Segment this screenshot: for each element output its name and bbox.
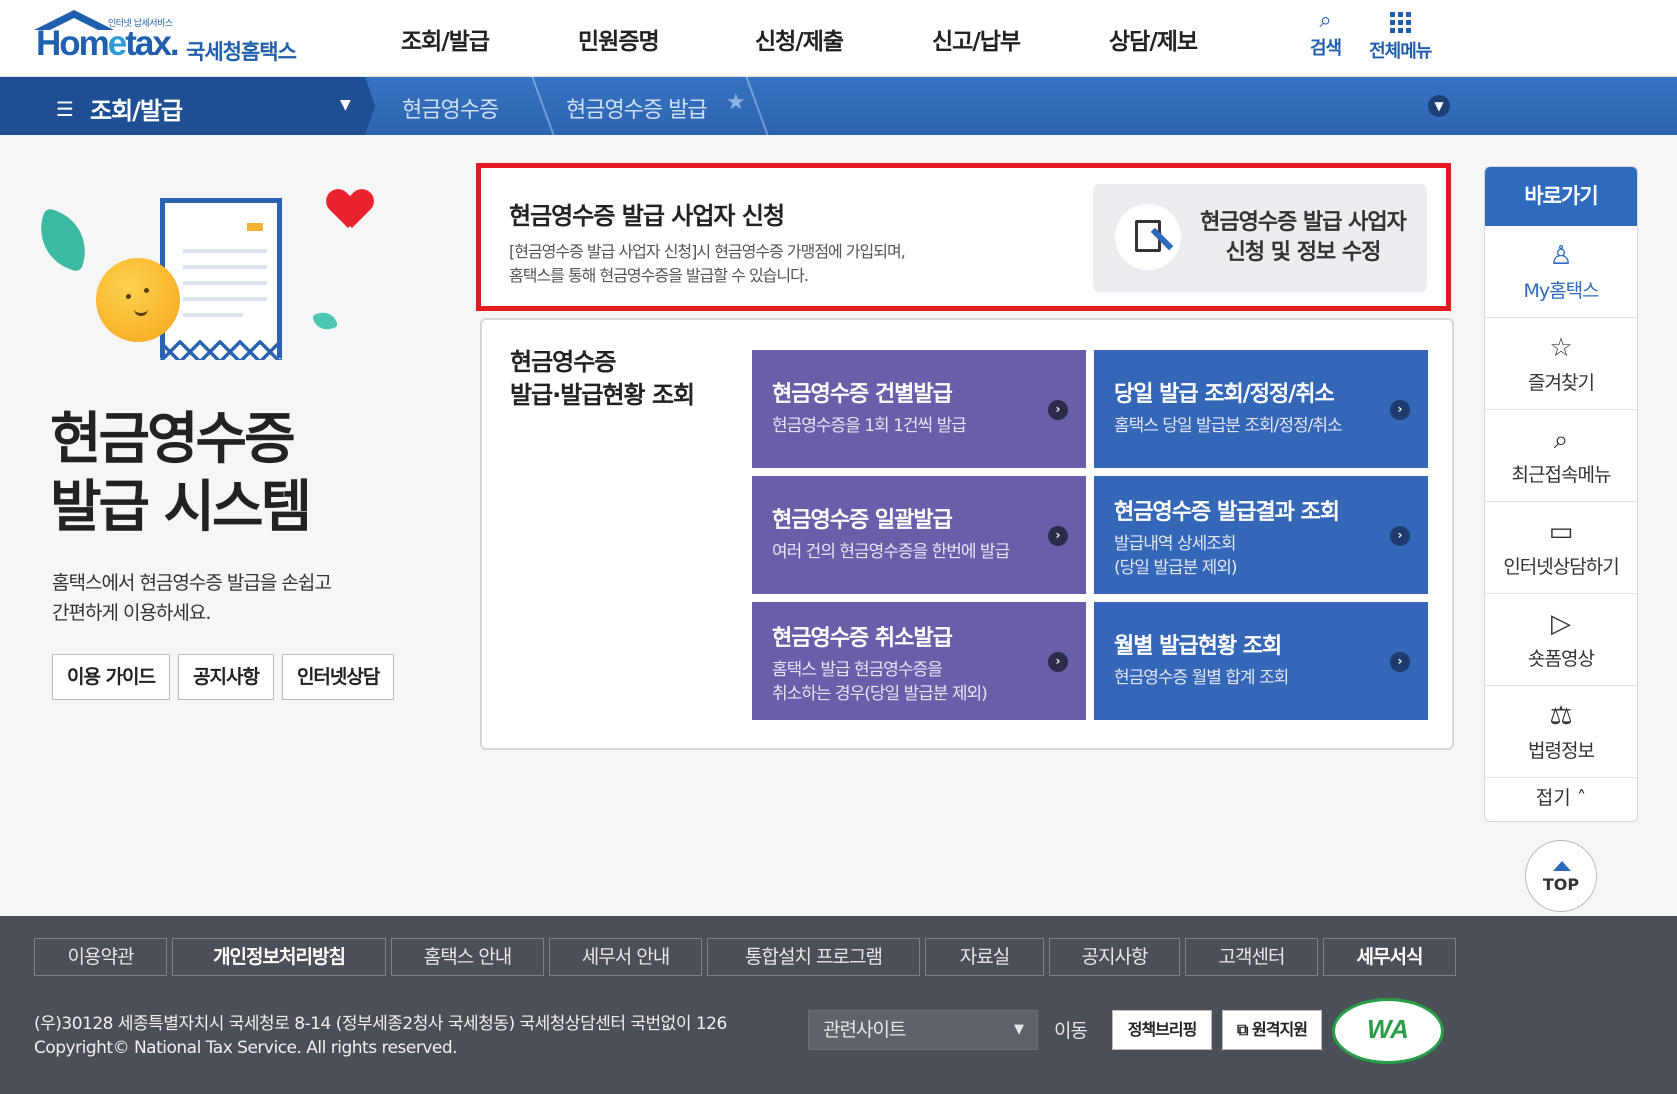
business-apply-section: 현금영수증 발급 사업자 신청 [현금영수증 발급 사업자 신청]시 현금영수증… [476, 163, 1451, 311]
footer-link-notice[interactable]: 공지사항 [1049, 938, 1180, 976]
nav-item-inquiry[interactable]: 조회/발급 [370, 22, 547, 56]
tile-same-day-inquiry[interactable]: 당일 발급 조회/정정/취소 홈택스 당일 발급분 조회/정정/취소 › [1094, 350, 1428, 468]
footer-link-tax-forms[interactable]: 세무서식 [1323, 938, 1456, 976]
online-consult-button[interactable]: 인터넷상담 [281, 654, 395, 700]
arrow-right-icon: › [1048, 400, 1068, 420]
document-edit-icon [1115, 204, 1181, 270]
quick-short-video[interactable]: ▷ 숏폼영상 [1485, 594, 1637, 686]
remote-support-icon: ⧉ [1237, 1020, 1253, 1039]
caret-down-icon: ▼ [340, 97, 351, 113]
footer-link-terms[interactable]: 이용약관 [34, 938, 167, 976]
tile-monthly-status[interactable]: 월별 발급현황 조회 현금영수증 월별 합계 조회 › [1094, 602, 1428, 720]
footer-link-privacy[interactable]: 개인정보처리방침 [172, 938, 386, 976]
apply-description: [현금영수증 발급 사업자 신청]시 현금영수증 가맹점에 가입되며, 홈택스를… [509, 242, 906, 285]
go-button[interactable]: 이동 [1054, 1016, 1088, 1043]
hometax-logo[interactable]: 인터넷 납세서비스 Hometax. 국세청홈택스 [30, 6, 310, 68]
quick-links-panel: 바로가기 ♙ My홈택스 ☆ 즐겨찾기 ⌕ 최근접속메뉴 ▭ 인터넷상담하기 ▷… [1484, 166, 1638, 822]
arrow-right-icon: › [1048, 526, 1068, 546]
quick-my-hometax[interactable]: ♙ My홈택스 [1485, 226, 1637, 318]
quick-fold-button[interactable]: 접기 ˄ [1485, 778, 1637, 818]
footer-link-resources[interactable]: 자료실 [925, 938, 1044, 976]
policy-briefing-button[interactable]: 정책브리핑 [1112, 1010, 1212, 1050]
all-menu-button[interactable]: 전체메뉴 [1369, 8, 1432, 63]
quick-online-consult[interactable]: ▭ 인터넷상담하기 [1485, 502, 1637, 594]
logo-korean-name: 국세청홈택스 [186, 40, 297, 64]
leaf-small-icon [312, 309, 338, 333]
usage-guide-button[interactable]: 이용 가이드 [52, 654, 171, 700]
tile-single-issue[interactable]: 현금영수증 건별발급 현금영수증을 1회 1건씩 발급 › [752, 350, 1086, 468]
quick-recent-menu[interactable]: ⌕ 최근접속메뉴 [1485, 410, 1637, 502]
hero-buttons: 이용 가이드 공지사항 인터넷상담 [52, 654, 402, 700]
quick-law-info[interactable]: ⚖ 법령정보 [1485, 686, 1637, 778]
query-title: 현금영수증 발급·발급현황 조회 [510, 348, 695, 409]
smiley-face-icon [96, 258, 180, 342]
caret-down-icon: ▼ [1014, 1022, 1024, 1037]
tile-cancel-issue[interactable]: 현금영수증 취소발급 홈택스 발급 현금영수증을 취소하는 경우(당일 발급분 제… [752, 602, 1086, 720]
scroll-top-button[interactable]: TOP [1525, 840, 1597, 912]
monitor-icon: ▭ [1548, 517, 1574, 547]
nav-item-report-pay[interactable]: 신고/납부 [901, 22, 1078, 56]
breadcrumb-expand-button[interactable]: ▼ [1428, 95, 1450, 117]
breadcrumb-bar: ☰ 조회/발급 ▼ 현금영수증 현금영수증 발급 ★ ▼ [0, 77, 1677, 135]
nav-item-consult[interactable]: 상담/제보 [1078, 22, 1255, 56]
arrow-right-icon: › [1390, 400, 1410, 420]
heart-icon [328, 190, 372, 234]
remote-support-button[interactable]: ⧉ 원격지원 [1222, 1010, 1322, 1050]
related-sites-select[interactable]: 관련사이트 ▼ [808, 1010, 1038, 1050]
footer-link-customer-center[interactable]: 고객센터 [1185, 938, 1318, 976]
nav-item-certificates[interactable]: 민원증명 [547, 22, 724, 56]
star-icon: ☆ [1549, 333, 1573, 363]
apply-title: 현금영수증 발급 사업자 신청 [509, 202, 785, 230]
recent-search-icon: ⌕ [1553, 425, 1569, 455]
notice-button[interactable]: 공지사항 [178, 654, 274, 700]
issue-query-section: 현금영수증 발급·발급현황 조회 현금영수증 건별발급 현금영수증을 1회 1건… [480, 318, 1454, 750]
hero-title: 현금영수증 발급 시스템 [50, 407, 312, 540]
gavel-icon: ⚖ [1549, 701, 1573, 731]
arrow-up-icon [1553, 861, 1571, 871]
footer-link-hometax-guide[interactable]: 홈택스 안내 [391, 938, 544, 976]
logo-word: Hometax. [36, 24, 180, 63]
footer-link-install-program[interactable]: 통합설치 프로그램 [707, 938, 920, 976]
breadcrumb-menu-dropdown[interactable]: ☰ 조회/발급 ▼ [0, 77, 375, 135]
footer-links: 이용약관 개인정보처리방침 홈택스 안내 세무서 안내 통합설치 프로그램 자료… [34, 938, 1461, 976]
tile-bulk-issue[interactable]: 현금영수증 일괄발급 여러 건의 현금영수증을 한번에 발급 › [752, 476, 1086, 594]
grid-menu-icon [1389, 12, 1411, 33]
quick-favorites[interactable]: ☆ 즐겨찾기 [1485, 318, 1637, 410]
business-apply-button[interactable]: 현금영수증 발급 사업자 신청 및 정보 수정 [1093, 184, 1427, 292]
play-icon: ▷ [1551, 609, 1571, 639]
tile-issue-result[interactable]: 현금영수증 발급결과 조회 발급내역 상세조회 (당일 발급분 제외) › [1094, 476, 1428, 594]
nav-item-apply[interactable]: 신청/제출 [724, 22, 901, 56]
top-header: 인터넷 납세서비스 Hometax. 국세청홈택스 조회/발급 민원증명 신청/… [0, 0, 1677, 77]
hero-illustration [29, 190, 396, 370]
receipt-icon [160, 198, 282, 358]
footer-address: (우)30128 세종특별자치시 국세청로 8-14 (정부세종2청사 국세청동… [34, 1014, 727, 1058]
arrow-right-icon: › [1048, 652, 1068, 672]
main-nav: 조회/발급 민원증명 신청/제출 신고/납부 상담/제보 [370, 22, 1255, 56]
web-accessibility-mark-icon: WA [1332, 998, 1444, 1064]
user-icon: ♙ [1549, 241, 1573, 271]
hamburger-icon: ☰ [56, 97, 74, 121]
arrow-right-icon: › [1390, 652, 1410, 672]
hero-description: 홈택스에서 현금영수증 발급을 손쉽고 간편하게 이용하세요. [52, 572, 332, 624]
header-tools: ⌕ 검색 전체메뉴 [1310, 8, 1459, 63]
leaf-icon [29, 207, 97, 273]
quick-links-title: 바로가기 [1485, 167, 1637, 226]
search-icon: ⌕ [1319, 8, 1332, 33]
breadcrumb-step-issue[interactable]: 현금영수증 발급 [566, 92, 708, 124]
footer: 이용약관 개인정보처리방침 홈택스 안내 세무서 안내 통합설치 프로그램 자료… [0, 916, 1677, 1094]
footer-link-tax-office[interactable]: 세무서 안내 [549, 938, 702, 976]
search-button[interactable]: ⌕ 검색 [1310, 8, 1342, 63]
arrow-right-icon: › [1390, 526, 1410, 546]
breadcrumb-step-cash-receipt[interactable]: 현금영수증 [402, 92, 499, 124]
